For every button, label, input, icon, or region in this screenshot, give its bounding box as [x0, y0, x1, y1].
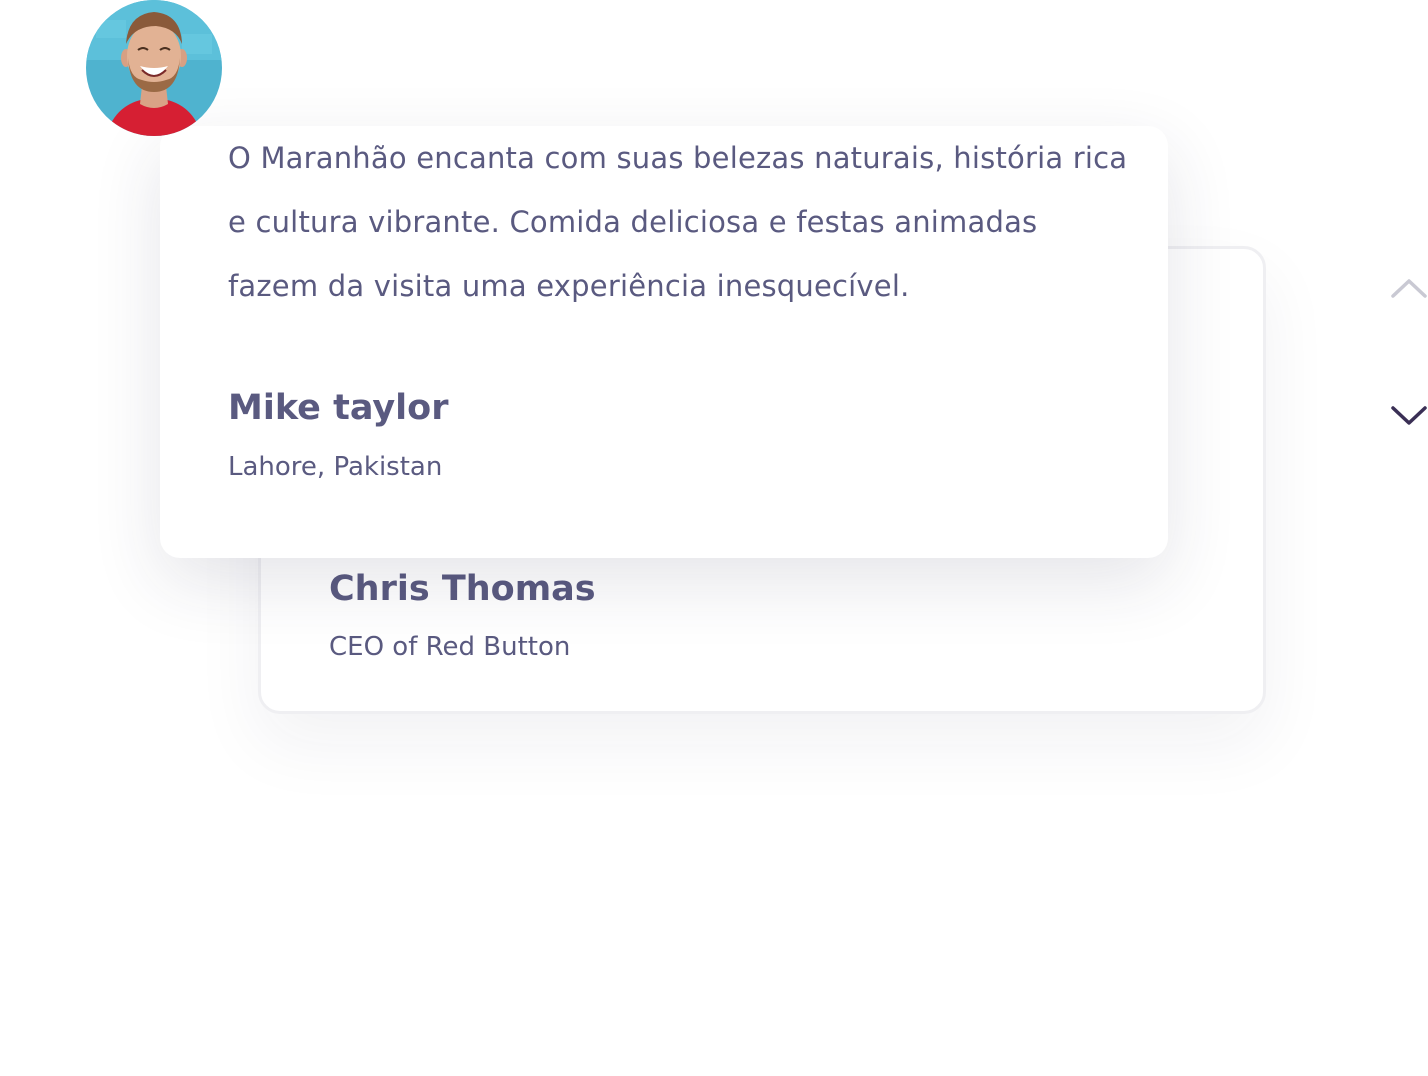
chevron-down-icon — [1391, 406, 1427, 425]
testimonial-author-name: Mike taylor — [228, 388, 449, 428]
testimonial-author-location: Lahore, Pakistan — [228, 452, 443, 482]
testimonial-prev-button[interactable] — [1390, 276, 1428, 300]
testimonial-author-name: Chris Thomas — [329, 569, 596, 609]
chevron-up-icon — [1391, 279, 1427, 298]
testimonial-quote: O Maranhão encanta com suas belezas natu… — [228, 141, 1128, 303]
avatar-photo — [86, 0, 222, 136]
testimonial-next-button[interactable] — [1390, 404, 1428, 428]
avatar — [86, 0, 222, 136]
testimonial-author-role: CEO of Red Button — [329, 632, 571, 662]
testimonial-card-active: O Maranhão encanta com suas belezas natu… — [160, 126, 1168, 558]
